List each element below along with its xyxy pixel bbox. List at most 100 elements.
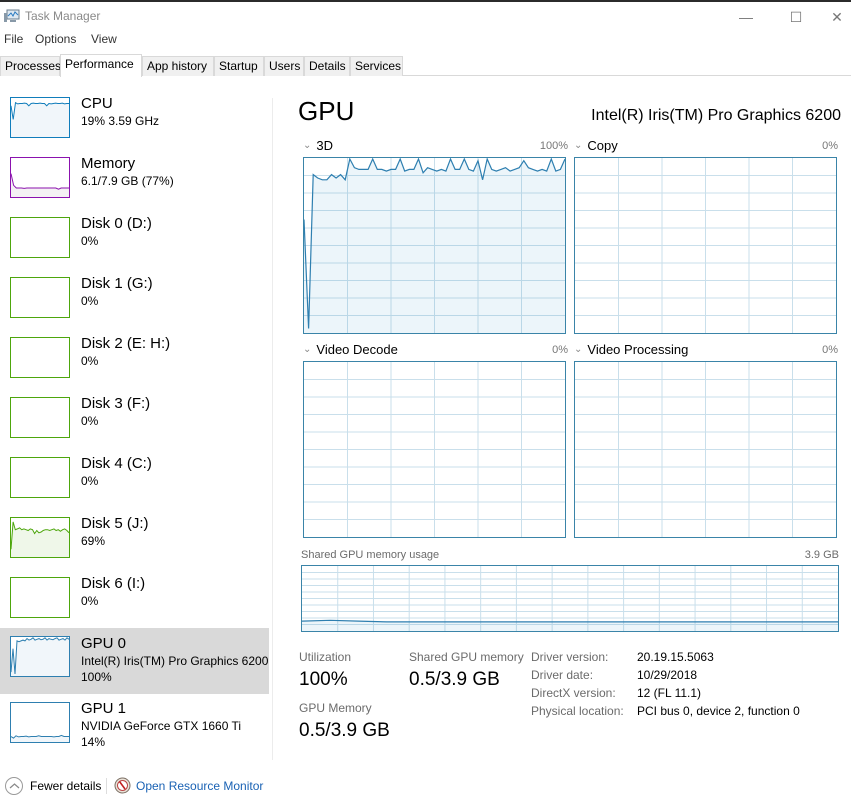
tab-bar: Processes Performance App history Startu… — [0, 54, 851, 77]
driver-version-label: Driver version: — [531, 650, 609, 664]
sidebar-item-name: Disk 5 (J:) — [81, 515, 149, 532]
sidebar-item-name: GPU 1 — [81, 700, 127, 717]
sidebar-item-name: Disk 1 (G:) — [81, 275, 153, 292]
close-icon: ✕ — [831, 8, 843, 25]
chevron-up-circle-icon[interactable] — [5, 777, 23, 795]
sidebar-item-disk-2-e-h[interactable]: Disk 2 (E: H:) 0% — [0, 330, 269, 390]
menu-view[interactable]: View — [91, 32, 117, 46]
graph-label-3d[interactable]: ⌄ 3D — [303, 138, 333, 153]
graph-label-copy[interactable]: ⌄ Copy — [574, 138, 618, 153]
chevron-down-icon: ⌄ — [303, 344, 312, 355]
fewer-details-button[interactable]: Fewer details — [30, 779, 101, 793]
sidebar-item-usage: 100% — [81, 670, 112, 684]
thumbnail-area — [11, 521, 69, 557]
graph-shared-memory — [301, 565, 839, 632]
sidebar-item-name: Memory — [81, 155, 136, 172]
graph-title: Video Decode — [316, 342, 398, 357]
graph-label-video-decode[interactable]: ⌄ Video Decode — [303, 342, 398, 357]
shared-memory-label: Shared GPU memory — [409, 650, 524, 664]
sidebar-item-detail: 69% — [81, 534, 106, 548]
sidebar-item-disk-3-f[interactable]: Disk 3 (F:) 0% — [0, 390, 269, 450]
sidebar-item-name: Disk 3 (F:) — [81, 395, 151, 412]
sidebar-divider[interactable] — [272, 98, 273, 760]
sidebar-thumbnail-graph — [10, 277, 70, 318]
sidebar-item-detail: 0% — [81, 294, 99, 308]
menu-options[interactable]: Options — [35, 32, 76, 46]
graph-max-video-processing: 0% — [822, 344, 838, 356]
sidebar-item-name: Disk 4 (C:) — [81, 455, 152, 472]
sidebar-item-disk-1-g[interactable]: Disk 1 (G:) 0% — [0, 270, 269, 330]
maximize-icon: ☐ — [789, 8, 803, 25]
graph-title: Copy — [587, 138, 618, 153]
sidebar-item-cpu[interactable]: CPU 19% 3.59 GHz — [0, 90, 269, 150]
graph-copy — [574, 157, 837, 334]
sidebar-item-detail: 0% — [81, 474, 99, 488]
footer: Fewer details Open Resource Monitor — [0, 776, 300, 798]
driver-date-label: Driver date: — [531, 668, 594, 682]
sidebar-item-disk-4-c[interactable]: Disk 4 (C:) 0% — [0, 450, 269, 510]
gpu-memory-label: GPU Memory — [299, 701, 372, 715]
sidebar-item-detail: 6.1/7.9 GB (77%) — [81, 174, 174, 188]
menu-file[interactable]: File — [4, 32, 23, 46]
graph-max-copy: 0% — [822, 140, 838, 152]
resource-monitor-icon[interactable] — [114, 777, 131, 794]
sidebar-thumbnail-graph — [10, 217, 70, 258]
sidebar-item-disk-5-j[interactable]: Disk 5 (J:) 69% — [0, 510, 269, 570]
thumbnail-area — [11, 173, 69, 197]
driver-version-value: 20.19.15.5063 — [637, 650, 714, 664]
chevron-down-icon: ⌄ — [574, 140, 583, 151]
graph-title: Video Processing — [587, 342, 689, 357]
sidebar-item-memory[interactable]: Memory 6.1/7.9 GB (77%) — [0, 150, 269, 210]
sidebar-item-detail: 0% — [81, 414, 99, 428]
sidebar-thumbnail-graph — [10, 337, 70, 378]
series-line — [302, 619, 838, 623]
title-bar[interactable]: Task Manager — ☐ ✕ — [0, 2, 851, 30]
tab-services[interactable]: Services — [350, 56, 403, 76]
sidebar-item-detail: 0% — [81, 354, 99, 368]
sidebar-thumbnail-graph — [10, 577, 70, 618]
gpu-memory-value: 0.5/3.9 GB — [299, 720, 390, 741]
graph-max-video-decode: 0% — [552, 344, 568, 356]
thumbnail-area — [11, 637, 69, 676]
footer-separator — [106, 778, 107, 794]
maximize-button[interactable]: ☐ — [781, 6, 811, 28]
graph-3d — [303, 157, 566, 334]
sidebar-item-name: CPU — [81, 95, 113, 112]
graph-label-video-processing[interactable]: ⌄ Video Processing — [574, 342, 688, 357]
sidebar-thumbnail-graph — [10, 636, 70, 677]
chevron-down-icon: ⌄ — [303, 140, 312, 151]
sidebar-item-detail: 0% — [81, 234, 99, 248]
sidebar-thumbnail-graph — [10, 97, 70, 138]
sidebar-item-name: GPU 0 — [81, 635, 127, 652]
shared-memory-value: 0.5/3.9 GB — [409, 669, 500, 690]
tab-users[interactable]: Users — [264, 56, 304, 76]
sidebar-thumbnail-graph — [10, 702, 70, 743]
shared-memory-graph-max: 3.9 GB — [804, 549, 839, 561]
sidebar-thumbnail-graph — [10, 157, 70, 198]
gpu-device-name: Intel(R) Iris(TM) Pro Graphics 6200 — [591, 107, 841, 124]
physical-location-value: PCI bus 0, device 2, function 0 — [637, 704, 800, 718]
task-manager-icon — [4, 9, 20, 22]
tab-details[interactable]: Details — [304, 56, 350, 76]
minimize-icon: — — [739, 9, 753, 25]
sidebar-item-detail: 0% — [81, 594, 99, 608]
thumbnail-line — [11, 173, 69, 190]
sidebar-item-detail: 19% 3.59 GHz — [81, 114, 160, 128]
sidebar-item-disk-6-i[interactable]: Disk 6 (I:) 0% — [0, 570, 269, 630]
minimize-button[interactable]: — — [731, 6, 761, 28]
close-button[interactable]: ✕ — [822, 6, 851, 28]
tab-processes[interactable]: Processes — [0, 56, 61, 76]
graph-video-processing — [574, 361, 837, 538]
tab-startup[interactable]: Startup — [214, 56, 264, 76]
sidebar-item-disk-0-d[interactable]: Disk 0 (D:) 0% — [0, 210, 269, 270]
tab-app-history[interactable]: App history — [142, 56, 214, 76]
graph-video-decode — [303, 361, 566, 538]
sidebar-item-gpu-0[interactable]: GPU 0 Intel(R) Iris(TM) Pro Graphics 6200… — [0, 628, 269, 694]
shared-memory-graph-label: Shared GPU memory usage — [301, 549, 440, 561]
open-resource-monitor-link[interactable]: Open Resource Monitor — [136, 779, 263, 793]
utilization-value: 100% — [299, 669, 348, 690]
page-title: GPU — [298, 96, 355, 126]
tab-performance[interactable]: Performance — [60, 54, 142, 77]
sidebar-item-usage: 14% — [81, 735, 106, 749]
sidebar-item-gpu-1[interactable]: GPU 1 NVIDIA GeForce GTX 1660 Ti 14% — [0, 695, 269, 755]
